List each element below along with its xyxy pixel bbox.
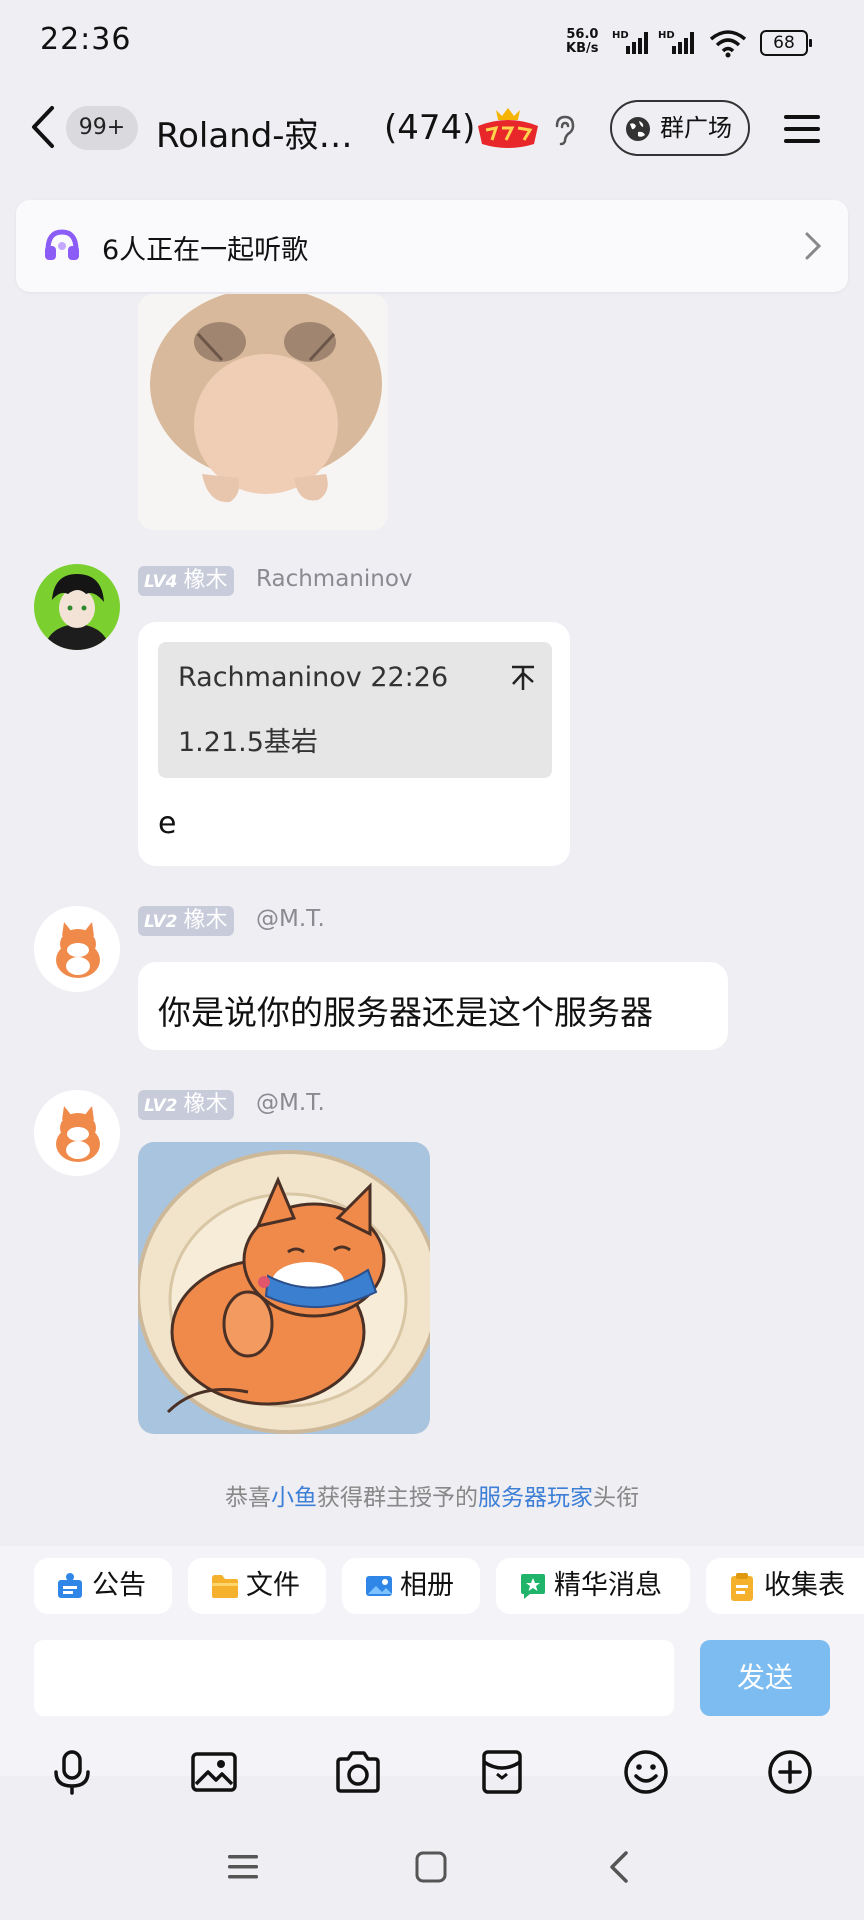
send-button[interactable]: 发送 — [700, 1640, 830, 1716]
svg-text:HD: HD — [658, 30, 675, 41]
nav-back-icon[interactable] — [606, 1850, 632, 1884]
announcement-chip[interactable]: 公告 — [34, 1558, 172, 1614]
message-text: 你是说你的服务器还是这个服务器 — [158, 993, 653, 1032]
level-badge: LV2 橡木 — [138, 1090, 234, 1120]
headphones-icon — [45, 229, 79, 260]
red-packet-icon[interactable] — [478, 1748, 526, 1796]
signal-icon: HD — [658, 30, 694, 54]
level-badge: LV4 橡木 — [138, 566, 234, 596]
avatar[interactable] — [34, 1090, 120, 1176]
sender-nickname[interactable]: Rachmaninov — [256, 566, 413, 592]
svg-text:HD: HD — [612, 30, 629, 41]
globe-icon — [626, 117, 650, 141]
avatar[interactable] — [34, 564, 120, 650]
member-count[interactable]: (474) — [384, 108, 475, 148]
recent-apps-icon[interactable] — [226, 1852, 260, 1882]
fox-sticker-image[interactable] — [138, 1142, 430, 1434]
quote-text: 1.21.5基岩 — [178, 727, 318, 758]
honor-link[interactable]: 服务器玩家 — [478, 1485, 593, 1511]
avatar[interactable] — [34, 906, 120, 992]
quote-author: Rachmaninov 22:26 — [178, 662, 449, 693]
album-icon — [366, 1576, 392, 1596]
quoted-message[interactable]: Rachmaninov 22:26 1.21.5基岩 — [158, 642, 552, 778]
user-link[interactable]: 小鱼 — [271, 1485, 317, 1511]
plus-icon[interactable] — [766, 1748, 814, 1796]
emoji-icon[interactable] — [622, 1748, 670, 1796]
banner-text: 6人正在一起听歌 — [102, 235, 309, 266]
camera-icon[interactable] — [334, 1748, 382, 1796]
emblem-icon — [478, 108, 538, 148]
battery-indicator: 68 — [760, 30, 812, 56]
group-square-button[interactable]: 群广场 — [610, 100, 750, 156]
network-speed: 56.0 KB/s — [566, 27, 599, 56]
listen-together-banner[interactable]: 6人正在一起听歌 — [16, 200, 848, 292]
group-square-label: 群广场 — [660, 114, 732, 142]
collapse-icon[interactable] — [510, 664, 536, 692]
unread-count-badge[interactable]: 99+ — [66, 106, 138, 150]
signal-icon: HD — [612, 30, 648, 54]
album-chip[interactable]: 相册 — [342, 1558, 480, 1614]
system-message: 恭喜小鱼获得群主授予的服务器玩家头衔 — [225, 1485, 639, 1511]
sticker-image[interactable] — [138, 294, 388, 530]
files-chip[interactable]: 文件 — [188, 1558, 326, 1614]
sender-nickname[interactable]: @M.T. — [256, 906, 325, 932]
menu-icon[interactable] — [782, 112, 822, 146]
group-title[interactable]: Roland-寂… — [156, 108, 353, 157]
status-time: 22:36 — [40, 22, 132, 57]
essence-chip[interactable]: 精华消息 — [496, 1558, 690, 1614]
chevron-right-icon — [805, 232, 822, 260]
essence-icon — [521, 1574, 545, 1599]
wifi-icon — [709, 30, 747, 58]
folder-icon — [212, 1575, 238, 1598]
clipboard-icon — [731, 1573, 753, 1601]
picture-icon[interactable] — [190, 1748, 238, 1796]
level-badge: LV2 橡木 — [138, 906, 234, 936]
message-text: e — [158, 806, 177, 841]
home-icon[interactable] — [414, 1850, 448, 1884]
announcement-icon — [58, 1573, 82, 1598]
sender-nickname[interactable]: @M.T. — [256, 1090, 325, 1116]
microphone-icon[interactable] — [48, 1748, 96, 1796]
back-arrow-icon[interactable] — [28, 104, 58, 150]
ear-icon[interactable] — [552, 114, 578, 146]
collection-form-chip[interactable]: 收集表 — [706, 1558, 864, 1614]
message-input[interactable] — [34, 1640, 674, 1716]
cat-sticker-image — [138, 294, 388, 530]
message-bubble[interactable]: Rachmaninov 22:26 1.21.5基岩 e — [138, 622, 570, 866]
system-navigation-bar — [0, 1820, 864, 1920]
message-bubble[interactable]: 你是说你的服务器还是这个服务器 — [138, 962, 728, 1050]
